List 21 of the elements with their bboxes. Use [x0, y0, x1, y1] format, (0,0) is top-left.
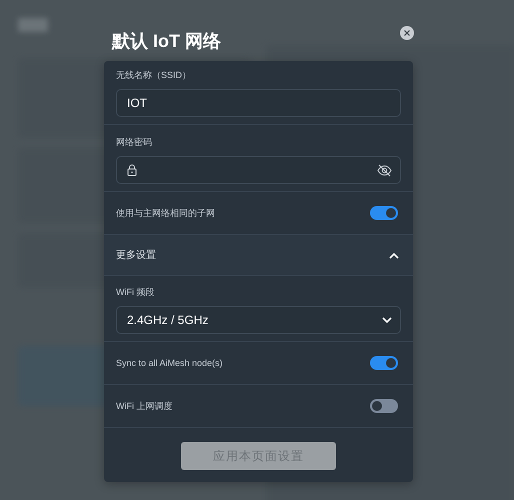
- field-label: 网络密码: [116, 136, 153, 149]
- section-header: 更多设置: [116, 248, 156, 262]
- toggle-switch[interactable]: [370, 206, 398, 220]
- toggle-switch[interactable]: [370, 356, 398, 370]
- title-bar: [18, 18, 48, 32]
- eye-slash-icon[interactable]: [377, 164, 392, 176]
- select-field[interactable]: 2.4GHz / 5GHz: [116, 306, 401, 334]
- field-label: WiFi 频段: [116, 286, 156, 299]
- chevron-up-icon[interactable]: [389, 252, 399, 258]
- dialog-title: 默认 IoT 网络: [112, 30, 221, 53]
- close-button[interactable]: [400, 26, 414, 40]
- setting-label: Sync to all AiMesh node(s): [116, 358, 223, 368]
- toggle-switch[interactable]: [370, 399, 398, 413]
- lock-icon: [127, 164, 137, 176]
- setting-label: 使用与主网络相同的子网: [116, 206, 215, 220]
- close-icon: [404, 30, 410, 36]
- password-field[interactable]: [116, 156, 401, 184]
- chevron-down-icon: [382, 316, 392, 324]
- field-label: 无线名称（SSID）: [116, 69, 192, 82]
- setting-label: WiFi 上网调度: [116, 400, 172, 412]
- input-field[interactable]: IOT: [116, 89, 401, 117]
